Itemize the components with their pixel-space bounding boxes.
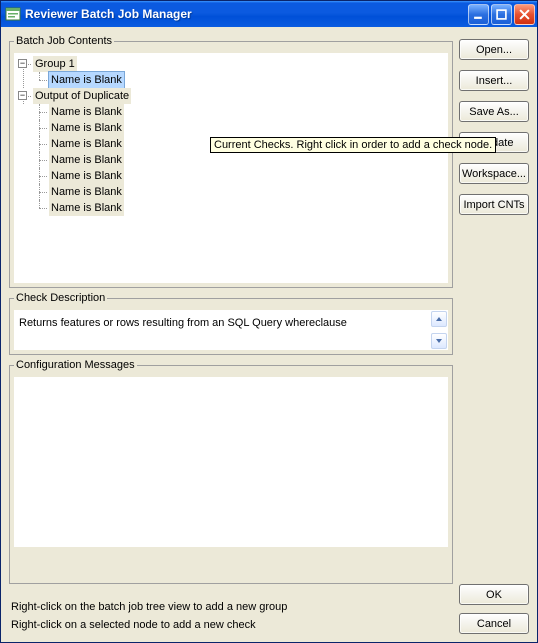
workspace-button[interactable]: Workspace... — [459, 163, 529, 184]
scrollbar[interactable] — [431, 311, 447, 349]
tree-node-check[interactable]: Name is Blank — [33, 168, 445, 184]
tree-node-label[interactable]: Name is Blank — [49, 136, 124, 152]
tree-node-check[interactable]: Name is Blank — [33, 184, 445, 200]
configuration-messages-group: Configuration Messages — [9, 359, 453, 584]
minimize-button[interactable] — [468, 4, 489, 25]
check-description-text[interactable]: Returns features or rows resulting from … — [14, 310, 448, 350]
app-icon — [5, 6, 21, 22]
tooltip: Current Checks. Right click in order to … — [210, 137, 496, 153]
hint-text: Right-click on the batch job tree view t… — [11, 598, 451, 616]
tree-node-group1[interactable]: − Group 1 Name is Blank — [17, 56, 445, 88]
batch-tree[interactable]: − Group 1 Name is Blank − Output of Dupl… — [14, 53, 448, 283]
hint-area: Right-click on the batch job tree view t… — [9, 588, 453, 634]
titlebar[interactable]: Reviewer Batch Job Manager — [1, 1, 537, 27]
tree-node-check[interactable]: Name is Blank — [33, 104, 445, 120]
window-title: Reviewer Batch Job Manager — [25, 7, 468, 21]
import-cnts-button[interactable]: Import CNTs — [459, 194, 529, 215]
tree-node-label[interactable]: Group 1 — [33, 56, 77, 72]
batch-job-contents-label: Batch Job Contents — [14, 35, 114, 47]
configuration-messages-label: Configuration Messages — [14, 359, 137, 371]
tree-node-check[interactable]: Name is Blank — [33, 152, 445, 168]
window-frame: Reviewer Batch Job Manager Batch Job Con… — [0, 0, 538, 643]
maximize-button[interactable] — [491, 4, 512, 25]
check-description-group: Check Description Returns features or ro… — [9, 292, 453, 355]
batch-job-contents-group: Batch Job Contents − Group 1 Name is Bla… — [9, 35, 453, 288]
close-button[interactable] — [514, 4, 535, 25]
tree-node-label[interactable]: Name is Blank — [49, 152, 124, 168]
tree-node-label[interactable]: Name is Blank — [49, 120, 124, 136]
ok-button[interactable]: OK — [459, 584, 529, 605]
scroll-down-icon[interactable] — [431, 333, 447, 349]
tree-node-label[interactable]: Name is Blank — [49, 168, 124, 184]
tree-node-label[interactable]: Name is Blank — [49, 200, 124, 216]
configuration-messages-text[interactable] — [14, 377, 448, 547]
open-button[interactable]: Open... — [459, 39, 529, 60]
collapse-icon[interactable]: − — [18, 91, 27, 100]
cancel-button[interactable]: Cancel — [459, 613, 529, 634]
hint-text: Right-click on a selected node to add a … — [11, 616, 451, 634]
tree-node-check[interactable]: Name is Blank — [33, 72, 445, 88]
dialog-buttons: OK Cancel — [459, 584, 529, 634]
tree-node-check[interactable]: Name is Blank — [33, 200, 445, 216]
dialog-body: Batch Job Contents − Group 1 Name is Bla… — [1, 27, 537, 642]
save-as-button[interactable]: Save As... — [459, 101, 529, 122]
check-description-label: Check Description — [14, 292, 107, 304]
tree-node-label[interactable]: Output of Duplicate — [33, 88, 131, 104]
scroll-up-icon[interactable] — [431, 311, 447, 327]
tree-node-label[interactable]: Name is Blank — [49, 104, 124, 120]
side-buttons: Open... Insert... Save As... Validate Wo… — [459, 35, 529, 634]
description-value: Returns features or rows resulting from … — [19, 317, 347, 329]
insert-button[interactable]: Insert... — [459, 70, 529, 91]
tree-node-check[interactable]: Name is Blank — [33, 120, 445, 136]
tree-node-label[interactable]: Name is Blank — [49, 72, 124, 88]
tree-node-label[interactable]: Name is Blank — [49, 184, 124, 200]
collapse-icon[interactable]: − — [18, 59, 27, 68]
window-controls — [468, 4, 535, 25]
main-column: Batch Job Contents − Group 1 Name is Bla… — [9, 35, 453, 634]
